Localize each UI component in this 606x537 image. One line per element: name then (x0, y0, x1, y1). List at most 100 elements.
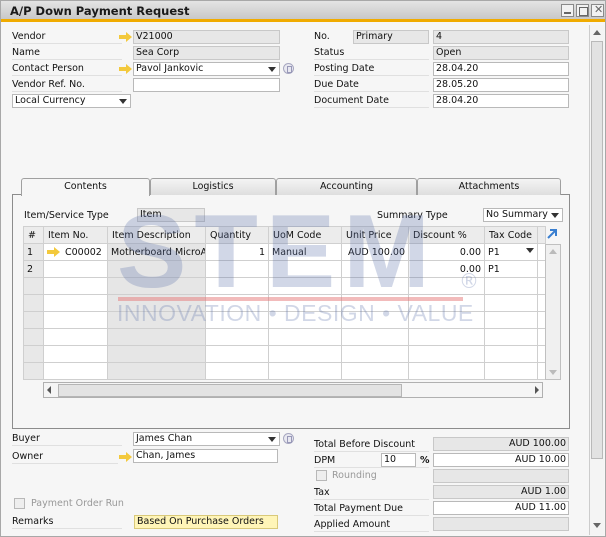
table-row[interactable] (23, 345, 546, 363)
form-vertical-scrollbar[interactable] (589, 25, 604, 535)
discount-cell[interactable] (408, 311, 485, 329)
quantity-cell[interactable] (205, 277, 269, 295)
discount-cell[interactable] (408, 362, 485, 380)
series-dropdown[interactable]: Primary (353, 30, 429, 44)
discount-cell[interactable] (408, 294, 485, 312)
row-number-cell[interactable] (23, 311, 44, 329)
scroll-down-icon[interactable] (549, 370, 557, 375)
posting-date-input[interactable]: 28.04.20 (433, 62, 569, 76)
table-row[interactable]: 1 C00002 Motherboard MicroAT 1 Manual AUD 100… (23, 243, 546, 261)
row-number-cell[interactable] (23, 328, 44, 346)
item-description-cell[interactable] (107, 260, 206, 278)
row-number-cell[interactable] (23, 277, 44, 295)
uom-code-cell[interactable] (268, 362, 342, 380)
row-number-cell[interactable] (23, 294, 44, 312)
item-no-cell[interactable] (43, 328, 108, 346)
tax-code-cell[interactable] (484, 362, 538, 380)
info-icon[interactable] (283, 63, 294, 74)
currency-dropdown[interactable]: Local Currency (12, 94, 131, 108)
uom-code-cell[interactable] (268, 328, 342, 346)
chevron-down-icon[interactable] (526, 248, 534, 253)
discount-cell[interactable] (408, 328, 485, 346)
unit-price-cell[interactable] (341, 345, 409, 363)
vendor-ref-input[interactable] (133, 78, 280, 92)
quantity-cell[interactable] (205, 345, 269, 363)
summary-type-dropdown[interactable]: No Summary (483, 208, 563, 222)
scroll-up-icon[interactable] (549, 249, 557, 254)
unit-price-cell[interactable] (341, 311, 409, 329)
scroll-right-icon[interactable] (535, 386, 539, 394)
total-before-discount-field[interactable]: AUD 100.00 (433, 437, 569, 451)
tab-contents[interactable]: Contents (21, 178, 150, 196)
row-number-cell[interactable] (23, 345, 44, 363)
dpm-amount-input[interactable]: AUD 10.00 (433, 453, 569, 467)
item-no-cell[interactable] (43, 277, 108, 295)
row-number-cell[interactable]: 1 (23, 243, 44, 261)
remarks-input[interactable]: Based On Purchase Orders (134, 515, 278, 529)
column-header[interactable]: UoM Code (268, 226, 342, 244)
link-arrow-icon[interactable] (119, 32, 133, 42)
item-no-cell[interactable] (43, 362, 108, 380)
table-horizontal-scrollbar[interactable] (43, 382, 543, 398)
table-row[interactable] (23, 362, 546, 380)
item-no-cell[interactable]: C00002 (43, 243, 108, 261)
quantity-cell[interactable] (205, 294, 269, 312)
uom-code-cell[interactable] (268, 277, 342, 295)
due-date-input[interactable]: 28.05.20 (433, 78, 569, 92)
table-row[interactable]: 2 0.00 P1 (23, 260, 546, 278)
info-icon[interactable] (283, 433, 294, 444)
table-row[interactable] (23, 294, 546, 312)
table-row[interactable] (23, 311, 546, 329)
tax-code-cell[interactable] (484, 345, 538, 363)
scroll-up-icon[interactable] (593, 30, 601, 35)
uom-code-cell[interactable] (268, 260, 342, 278)
unit-price-cell[interactable] (341, 328, 409, 346)
item-description-cell[interactable] (107, 362, 206, 380)
quantity-cell[interactable]: 1 (205, 243, 269, 261)
column-header[interactable]: Item No. (43, 226, 108, 244)
item-no-cell[interactable] (43, 260, 108, 278)
column-header[interactable] (537, 226, 546, 244)
scrollbar-thumb[interactable] (591, 41, 603, 459)
uom-code-cell[interactable] (268, 311, 342, 329)
rounding-field[interactable] (433, 469, 569, 483)
uom-code-cell[interactable]: Manual (268, 243, 342, 261)
document-date-input[interactable]: 28.04.20 (433, 94, 569, 108)
doc-number-field[interactable]: 4 (433, 30, 569, 44)
quantity-cell[interactable] (205, 328, 269, 346)
link-arrow-icon[interactable] (119, 452, 133, 462)
unit-price-cell[interactable] (341, 362, 409, 380)
column-header[interactable]: Quantity (205, 226, 269, 244)
tax-code-cell[interactable] (484, 328, 538, 346)
owner-input[interactable]: Chan, James (133, 449, 278, 463)
tab-accounting[interactable]: Accounting (276, 178, 417, 195)
discount-cell[interactable]: 0.00 (408, 260, 485, 278)
item-service-type-field[interactable]: Item (137, 208, 205, 222)
column-header[interactable]: Unit Price (341, 226, 409, 244)
row-number-cell[interactable]: 2 (23, 260, 44, 278)
applied-amount-field[interactable] (433, 517, 569, 531)
table-vertical-scrollbar[interactable] (545, 244, 561, 380)
tax-code-cell[interactable] (484, 294, 538, 312)
quantity-cell[interactable] (205, 362, 269, 380)
item-description-cell[interactable] (107, 328, 206, 346)
row-number-cell[interactable] (23, 362, 44, 380)
quantity-cell[interactable] (205, 260, 269, 278)
contact-person-dropdown[interactable]: Pavol Jankovic (133, 62, 280, 76)
scroll-left-icon[interactable] (47, 386, 51, 394)
tab-attachments[interactable]: Attachments (417, 178, 561, 195)
quantity-cell[interactable] (205, 311, 269, 329)
item-no-cell[interactable] (43, 294, 108, 312)
item-description-cell[interactable] (107, 294, 206, 312)
expand-table-icon[interactable] (546, 227, 559, 240)
item-description-cell[interactable]: Motherboard MicroAT (107, 243, 206, 261)
link-arrow-icon[interactable] (47, 247, 61, 257)
discount-cell[interactable] (408, 345, 485, 363)
discount-cell[interactable]: 0.00 (408, 243, 485, 261)
table-row[interactable] (23, 277, 546, 295)
item-description-cell[interactable] (107, 277, 206, 295)
rounding-checkbox[interactable] (316, 470, 327, 481)
unit-price-cell[interactable] (341, 277, 409, 295)
tax-field[interactable]: AUD 1.00 (433, 485, 569, 499)
column-header[interactable]: Tax Code (484, 226, 538, 244)
